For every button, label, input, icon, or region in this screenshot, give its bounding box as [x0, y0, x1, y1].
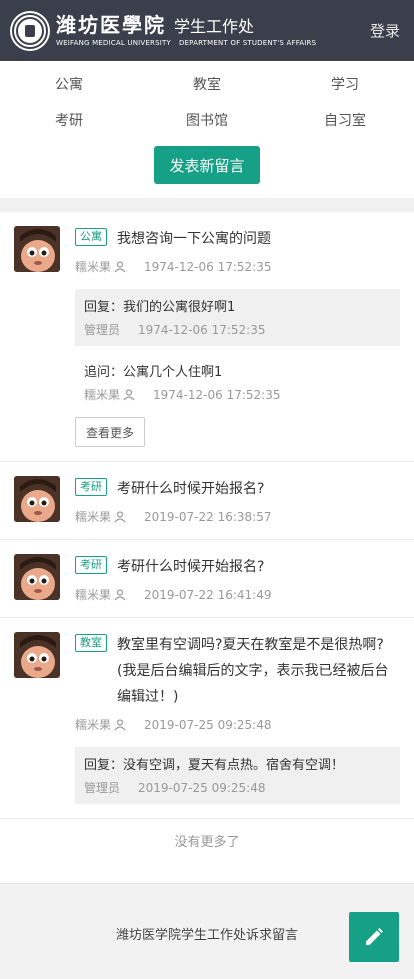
school-name-cn: 潍坊医學院: [56, 12, 166, 37]
user-badge-icon: [114, 588, 126, 600]
nav-item-classroom[interactable]: 教室: [138, 73, 276, 97]
avatar[interactable]: [14, 476, 60, 522]
post-time: 2019-07-25 09:25:48: [144, 717, 272, 732]
nav-item-apartment[interactable]: 公寓: [0, 73, 138, 97]
reply-author: 管理员: [84, 323, 121, 337]
follow-time: 1974-12-06 17:52:35: [153, 387, 281, 402]
author-name: 糯米果: [75, 718, 112, 732]
message-item: 考研 考研什么时候开始报名? 糯米果 2019-07-22 16:38:57: [0, 462, 414, 540]
school-seal-icon: [12, 12, 48, 49]
follow-up-question: 追问：公寓几个人住啊1 糯米果 1974-12-06 17:52:35: [75, 354, 400, 403]
message-title[interactable]: 考研什么时候开始报名?: [117, 476, 264, 502]
dept-name-cn: 学生工作处: [174, 16, 255, 36]
post-time: 2019-07-22 16:41:49: [144, 587, 272, 602]
user-badge-icon: [114, 510, 126, 522]
admin-reply: 回复：没有空调，夏天有点热。宿舍有空调！ 管理员 2019-07-25 09:25…: [75, 747, 400, 804]
section-divider: [0, 198, 414, 212]
site-brand[interactable]: 潍坊医學院 学生工作处 WEIFANG MEDICAL UNIVERSITY D…: [56, 15, 316, 47]
dept-name-en: DEPARTMENT OF STUDENT'S AFFAIRS: [178, 38, 317, 47]
follow-label: 追问：: [84, 365, 124, 380]
write-message-button[interactable]: [349, 912, 399, 962]
user-badge-icon: [123, 388, 135, 400]
post-time: 2019-07-22 16:38:57: [144, 509, 272, 524]
message-title[interactable]: 教室里有空调吗?夏天在教室是不是很热啊? (我是后台编辑后的文字，表示我已经被后…: [117, 632, 400, 710]
avatar[interactable]: [14, 554, 60, 600]
reply-label: 回复：: [84, 758, 124, 773]
avatar[interactable]: [14, 226, 60, 272]
author-name: 糯米果: [75, 510, 112, 524]
reply-time: 1974-12-06 17:52:35: [138, 323, 266, 337]
school-name-en: WEIFANG MEDICAL UNIVERSITY: [56, 38, 171, 47]
nav-item-study-room[interactable]: 自习室: [276, 109, 414, 133]
category-nav: 公寓 教室 学习 考研 图书馆 自习室 发表新留言: [0, 61, 414, 198]
message-item: 教室 教室里有空调吗?夏天在教室是不是很热啊? (我是后台编辑后的文字，表示我已…: [0, 618, 414, 819]
login-link[interactable]: 登录: [370, 20, 400, 41]
message-title[interactable]: 我想咨询一下公寓的问题: [117, 226, 271, 252]
message-title[interactable]: 考研什么时候开始报名?: [117, 554, 264, 580]
message-item: 公寓 我想咨询一下公寓的问题 糯米果 1974-12-06 17:52:35 回…: [0, 212, 414, 462]
nav-item-study[interactable]: 学习: [276, 73, 414, 97]
reply-text: 没有空调，夏天有点热。宿舍有空调！: [123, 758, 345, 773]
category-tag[interactable]: 教室: [75, 634, 107, 652]
user-badge-icon: [114, 260, 126, 272]
reply-label: 回复：: [84, 300, 124, 315]
user-badge-icon: [114, 718, 126, 730]
pencil-icon: [366, 928, 383, 945]
new-message-button[interactable]: 发表新留言: [154, 146, 260, 184]
author-name: 糯米果: [75, 260, 112, 274]
view-more-button[interactable]: 查看更多: [75, 417, 145, 447]
admin-reply: 回复：我们的公寓很好啊1 管理员 1974-12-06 17:52:35: [75, 289, 400, 346]
no-more-indicator: 没有更多了: [174, 835, 240, 850]
message-item: 考研 考研什么时候开始报名? 糯米果 2019-07-22 16:41:49: [0, 540, 414, 618]
category-tag[interactable]: 考研: [75, 478, 107, 496]
follow-author: 糯米果: [84, 388, 121, 402]
category-tag[interactable]: 考研: [75, 556, 107, 574]
reply-text: 我们的公寓很好啊1: [123, 300, 236, 315]
reply-time: 2019-07-25 09:25:48: [138, 781, 266, 795]
footer-bar: 潍坊医学院学生工作处诉求留言: [0, 883, 414, 979]
avatar[interactable]: [14, 632, 60, 678]
nav-item-postgrad-exam[interactable]: 考研: [0, 109, 138, 133]
post-time: 1974-12-06 17:52:35: [144, 259, 272, 274]
reply-author: 管理员: [84, 781, 121, 795]
author-name: 糯米果: [75, 588, 112, 602]
category-tag[interactable]: 公寓: [75, 228, 107, 246]
nav-item-library[interactable]: 图书馆: [138, 109, 276, 133]
follow-text: 公寓几个人住啊1: [123, 365, 223, 380]
top-bar: 潍坊医學院 学生工作处 WEIFANG MEDICAL UNIVERSITY D…: [0, 0, 414, 61]
